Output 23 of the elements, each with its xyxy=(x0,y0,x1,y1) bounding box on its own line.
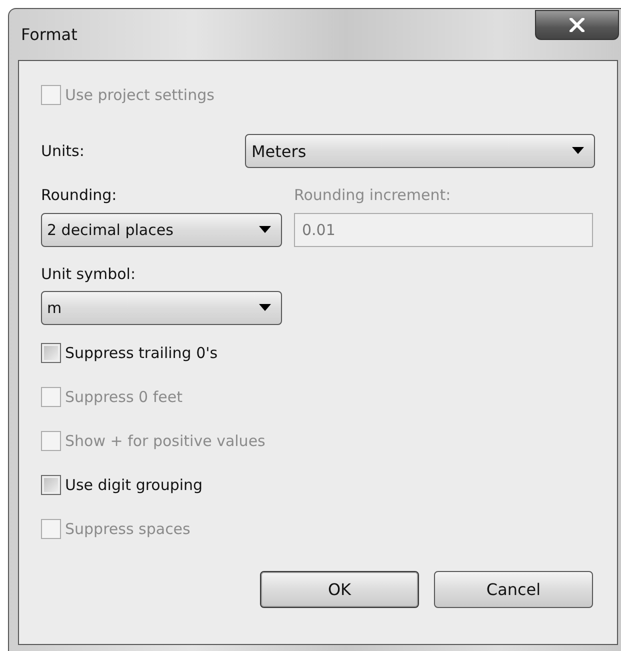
checkbox[interactable] xyxy=(41,475,61,495)
checkbox-label: Suppress spaces xyxy=(65,520,190,538)
caret-icon xyxy=(572,147,584,155)
cancel-button[interactable]: Cancel xyxy=(434,571,593,608)
unit-symbol-dropdown[interactable]: m xyxy=(41,291,282,325)
checkbox-label: Show + for positive values xyxy=(65,432,266,450)
checkbox-label: Use digit grouping xyxy=(65,476,203,494)
checkbox-label: Suppress trailing 0's xyxy=(65,344,218,362)
checkbox-label: Use project settings xyxy=(65,86,214,104)
checkbox[interactable] xyxy=(41,343,61,363)
close-icon xyxy=(569,18,585,32)
unit-symbol-label: Unit symbol: xyxy=(41,265,137,283)
caret-icon xyxy=(259,304,271,312)
close-button[interactable] xyxy=(535,10,619,40)
checkbox-label: Suppress 0 feet xyxy=(65,388,182,406)
ok-button[interactable]: OK xyxy=(260,571,419,608)
window-title: Format xyxy=(21,25,78,44)
units-dropdown[interactable]: Meters xyxy=(245,134,595,168)
units-label: Units: xyxy=(41,142,86,160)
rounding-dropdown[interactable]: 2 decimal places xyxy=(41,213,282,247)
rounding-increment-label: Rounding increment: xyxy=(294,186,452,204)
rounding-label: Rounding: xyxy=(41,186,118,204)
caret-icon xyxy=(259,226,271,234)
